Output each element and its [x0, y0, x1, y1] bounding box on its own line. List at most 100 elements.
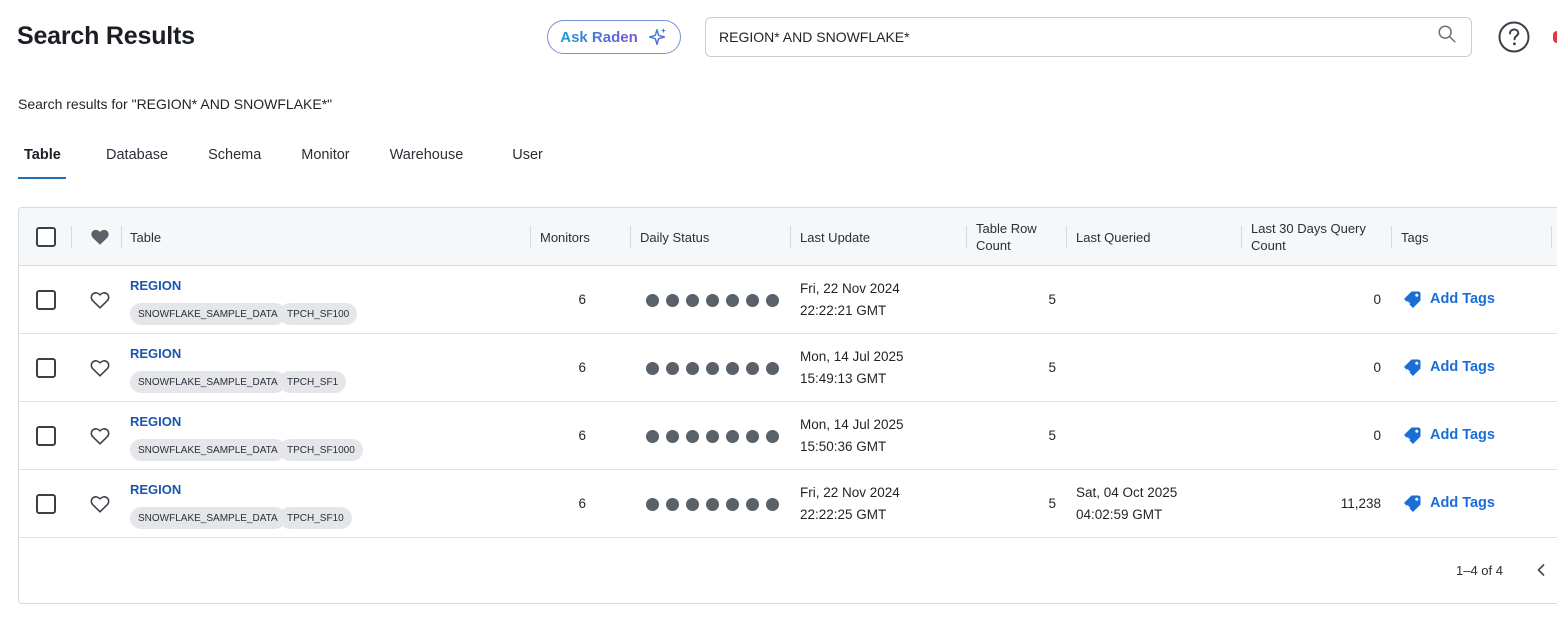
- daily-status-dots: [646, 498, 779, 511]
- add-tags-label: Add Tags: [1430, 291, 1495, 307]
- search-bar[interactable]: [705, 17, 1472, 57]
- column-divider: [630, 226, 631, 248]
- help-icon[interactable]: [1498, 21, 1530, 53]
- status-dot: [726, 294, 739, 307]
- last-update-date: Fri, 22 Nov 2024: [800, 281, 900, 296]
- add-tags-button[interactable]: Add Tags: [1404, 494, 1495, 512]
- add-tags-button[interactable]: Add Tags: [1404, 358, 1495, 376]
- favorite-filter-icon[interactable]: [89, 226, 111, 248]
- status-dot: [646, 294, 659, 307]
- database-chip[interactable]: SNOWFLAKE_SAMPLE_DATA: [130, 303, 286, 325]
- notification-dot[interactable]: [1553, 31, 1557, 43]
- last-update: Mon, 14 Jul 2025 15:49:13 GMT: [800, 346, 904, 390]
- schema-chip[interactable]: TPCH_SF100: [279, 303, 358, 325]
- column-divider: [530, 226, 531, 248]
- last-update: Fri, 22 Nov 2024 22:22:21 GMT: [800, 278, 900, 322]
- last-update-date: Mon, 14 Jul 2025: [800, 349, 904, 364]
- ask-raden-button[interactable]: Ask Raden: [547, 20, 681, 54]
- row-checkbox[interactable]: [36, 426, 56, 446]
- search-input[interactable]: [719, 29, 1428, 45]
- table-name-link[interactable]: REGION: [130, 278, 181, 293]
- schema-chip[interactable]: TPCH_SF10: [279, 507, 352, 529]
- table-name-link[interactable]: REGION: [130, 346, 181, 361]
- status-dot: [746, 362, 759, 375]
- query-count: 0: [1373, 292, 1381, 307]
- column-header-query-count[interactable]: Last 30 Days Query Count: [1251, 208, 1381, 266]
- database-chip[interactable]: SNOWFLAKE_SAMPLE_DATA: [130, 439, 286, 461]
- row-checkbox[interactable]: [36, 494, 56, 514]
- monitors-count: 6: [578, 360, 586, 375]
- monitors-count: 6: [578, 292, 586, 307]
- table-name-link[interactable]: REGION: [130, 414, 181, 429]
- table-row[interactable]: REGION SNOWFLAKE_SAMPLE_DATA TPCH_SF100 …: [19, 266, 1557, 334]
- status-dot: [746, 498, 759, 511]
- status-dot: [706, 498, 719, 511]
- status-dot: [766, 430, 779, 443]
- heart-icon[interactable]: [89, 357, 111, 379]
- table-row[interactable]: REGION SNOWFLAKE_SAMPLE_DATA TPCH_SF1 6 …: [19, 334, 1557, 402]
- row-count: 5: [1048, 496, 1056, 511]
- table-name-link[interactable]: REGION: [130, 482, 181, 497]
- row-checkbox[interactable]: [36, 358, 56, 378]
- heart-icon[interactable]: [89, 425, 111, 447]
- add-tags-button[interactable]: Add Tags: [1404, 426, 1495, 444]
- pagination-range: 1–4 of 4: [1456, 563, 1503, 578]
- last-update-time: 15:49:13 GMT: [800, 371, 887, 386]
- last-update: Mon, 14 Jul 2025 15:50:36 GMT: [800, 414, 904, 458]
- select-all-checkbox[interactable]: [36, 227, 56, 247]
- chevron-left-icon[interactable]: [1533, 561, 1549, 579]
- last-update-date: Fri, 22 Nov 2024: [800, 485, 900, 500]
- column-header-row-count[interactable]: Table Row Count: [976, 208, 1056, 266]
- tab-warehouse[interactable]: Warehouse: [390, 138, 464, 179]
- tab-database[interactable]: Database: [106, 138, 168, 179]
- column-header-daily-status[interactable]: Daily Status: [640, 208, 709, 266]
- column-header-table[interactable]: Table: [130, 208, 161, 266]
- database-chip[interactable]: SNOWFLAKE_SAMPLE_DATA: [130, 371, 286, 393]
- status-dot: [666, 294, 679, 307]
- last-update-time: 22:22:25 GMT: [800, 507, 887, 522]
- last-update: Fri, 22 Nov 2024 22:22:25 GMT: [800, 482, 900, 526]
- status-dot: [686, 430, 699, 443]
- tab-schema[interactable]: Schema: [208, 138, 261, 179]
- add-tags-label: Add Tags: [1430, 427, 1495, 443]
- daily-status-dots: [646, 294, 779, 307]
- status-dot: [706, 294, 719, 307]
- status-dot: [726, 362, 739, 375]
- status-dot: [746, 294, 759, 307]
- schema-chip[interactable]: TPCH_SF1: [279, 371, 347, 393]
- search-icon[interactable]: [1436, 23, 1458, 45]
- results-table: Table Monitors Daily Status Last Update …: [18, 207, 1557, 604]
- add-tags-label: Add Tags: [1430, 495, 1495, 511]
- add-tags-button[interactable]: Add Tags: [1404, 290, 1495, 308]
- tab-table[interactable]: Table: [18, 138, 66, 179]
- tab-user[interactable]: User: [512, 138, 543, 179]
- status-dot: [726, 498, 739, 511]
- column-divider: [790, 226, 791, 248]
- column-divider: [121, 226, 122, 248]
- tag-add-icon: [1404, 291, 1421, 308]
- database-chip[interactable]: SNOWFLAKE_SAMPLE_DATA: [130, 507, 286, 529]
- column-divider: [1066, 226, 1067, 248]
- tab-monitor[interactable]: Monitor: [301, 138, 349, 179]
- column-header-tags[interactable]: Tags: [1401, 208, 1428, 266]
- row-count: 5: [1048, 360, 1056, 375]
- tag-add-icon: [1404, 427, 1421, 444]
- table-row[interactable]: REGION SNOWFLAKE_SAMPLE_DATA TPCH_SF1000…: [19, 402, 1557, 470]
- column-header-last-queried[interactable]: Last Queried: [1076, 208, 1150, 266]
- heart-icon[interactable]: [89, 289, 111, 311]
- daily-status-dots: [646, 430, 779, 443]
- status-dot: [646, 430, 659, 443]
- query-count: 0: [1373, 428, 1381, 443]
- heart-icon[interactable]: [89, 493, 111, 515]
- row-checkbox[interactable]: [36, 290, 56, 310]
- table-header: Table Monitors Daily Status Last Update …: [19, 208, 1557, 266]
- last-update-time: 22:22:21 GMT: [800, 303, 887, 318]
- row-count: 5: [1048, 428, 1056, 443]
- column-header-monitors[interactable]: Monitors: [540, 208, 590, 266]
- monitors-count: 6: [578, 496, 586, 511]
- status-dot: [746, 430, 759, 443]
- column-header-last-update[interactable]: Last Update: [800, 208, 870, 266]
- tag-add-icon: [1404, 359, 1421, 376]
- table-row[interactable]: REGION SNOWFLAKE_SAMPLE_DATA TPCH_SF10 6…: [19, 470, 1557, 538]
- schema-chip[interactable]: TPCH_SF1000: [279, 439, 363, 461]
